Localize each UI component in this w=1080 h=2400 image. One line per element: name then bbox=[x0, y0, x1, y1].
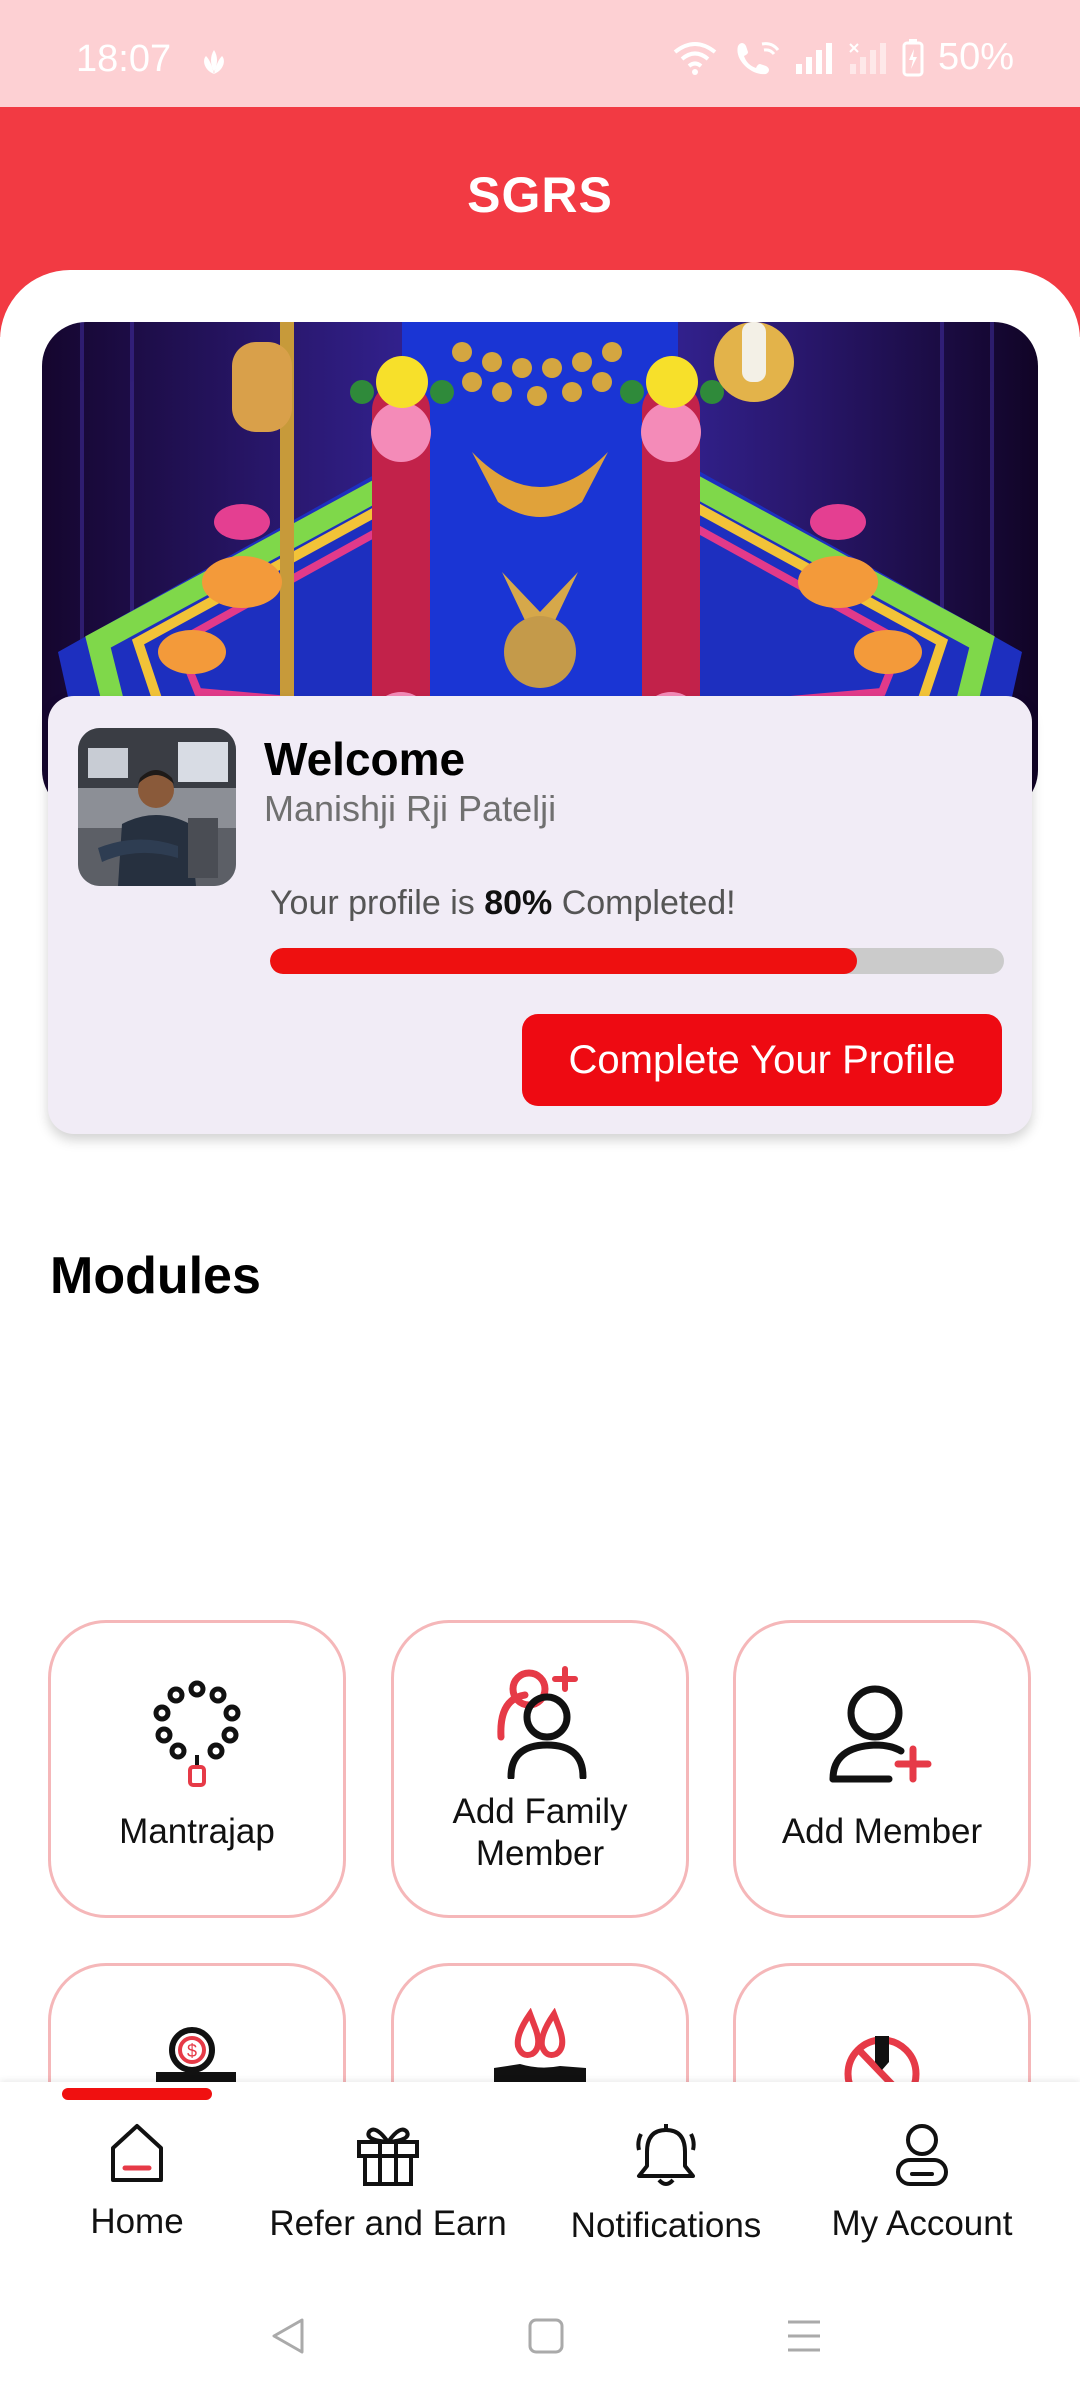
nav-label: Refer and Earn bbox=[269, 2204, 507, 2243]
avatar[interactable] bbox=[78, 728, 236, 886]
status-bar: 18:07 50% bbox=[0, 0, 1080, 107]
system-nav-bar bbox=[0, 2272, 1080, 2400]
flower-icon bbox=[204, 50, 224, 74]
nav-label: Home bbox=[90, 2202, 184, 2241]
modules-heading: Modules bbox=[50, 1247, 261, 1305]
menu-icon[interactable] bbox=[784, 2316, 824, 2356]
avatar-photo bbox=[78, 728, 236, 886]
status-icons: 50% bbox=[672, 36, 1014, 79]
gift-icon bbox=[357, 2127, 419, 2186]
module-label: Add Member bbox=[781, 1812, 983, 1851]
profile-percent: 80% bbox=[484, 884, 553, 922]
signal-2-icon bbox=[849, 42, 886, 74]
profile-suffix: Completed! bbox=[561, 884, 736, 922]
welcome-heading: Welcome bbox=[264, 733, 466, 785]
nav-refer-and-earn[interactable]: Refer and Earn bbox=[262, 2122, 514, 2244]
module-add-family-member[interactable]: Add Family Member bbox=[391, 1620, 689, 1918]
drops-hand-icon bbox=[494, 2008, 586, 2084]
active-tab-indicator bbox=[62, 2088, 212, 2100]
module-label: Add Family Member bbox=[452, 1792, 628, 1873]
bottom-nav: Home Refer and Earn Notifications My Acc… bbox=[0, 2082, 1080, 2272]
bell-icon bbox=[636, 2124, 696, 2186]
donation-icon: $ bbox=[156, 2027, 236, 2082]
back-icon[interactable] bbox=[268, 2316, 308, 2356]
complete-profile-button[interactable]: Complete Your Profile bbox=[522, 1014, 1002, 1106]
home-square-icon[interactable] bbox=[526, 2316, 566, 2356]
profile-completion-text: Your profile is 80% Completed! bbox=[270, 884, 736, 923]
profile-prefix: Your profile is bbox=[270, 884, 475, 922]
add-member-icon bbox=[829, 1685, 932, 1783]
profile-card: Welcome Manishji Rji Patelji Your profil… bbox=[48, 696, 1032, 1134]
mala-beads-icon bbox=[153, 1680, 241, 1787]
signal-icon bbox=[795, 42, 832, 74]
profile-progress-fill bbox=[270, 948, 858, 974]
account-icon bbox=[896, 2124, 948, 2186]
user-name: Manishji Rji Patelji bbox=[264, 788, 557, 829]
home-icon bbox=[111, 2124, 163, 2182]
wifi-icon bbox=[673, 41, 717, 75]
module-mantrajap[interactable]: Mantrajap bbox=[48, 1620, 346, 1918]
profile-progress-bar bbox=[270, 948, 1004, 974]
nav-my-account[interactable]: My Account bbox=[816, 2122, 1028, 2244]
svg-text:$: $ bbox=[187, 2041, 197, 2061]
status-time: 18:07 bbox=[76, 38, 172, 80]
nav-notifications[interactable]: Notifications bbox=[560, 2122, 772, 2246]
add-family-icon bbox=[497, 1666, 587, 1779]
wifi-call-icon bbox=[737, 41, 780, 74]
page-title: SGRS bbox=[467, 167, 613, 223]
battery-percent: 50% bbox=[937, 36, 1014, 78]
nav-label: Notifications bbox=[570, 2206, 762, 2245]
nav-label: My Account bbox=[831, 2204, 1013, 2243]
battery-icon bbox=[902, 38, 924, 76]
nav-home[interactable]: Home bbox=[62, 2122, 212, 2242]
module-label: Mantrajap bbox=[119, 1812, 275, 1851]
module-add-member[interactable]: Add Member bbox=[733, 1620, 1031, 1918]
